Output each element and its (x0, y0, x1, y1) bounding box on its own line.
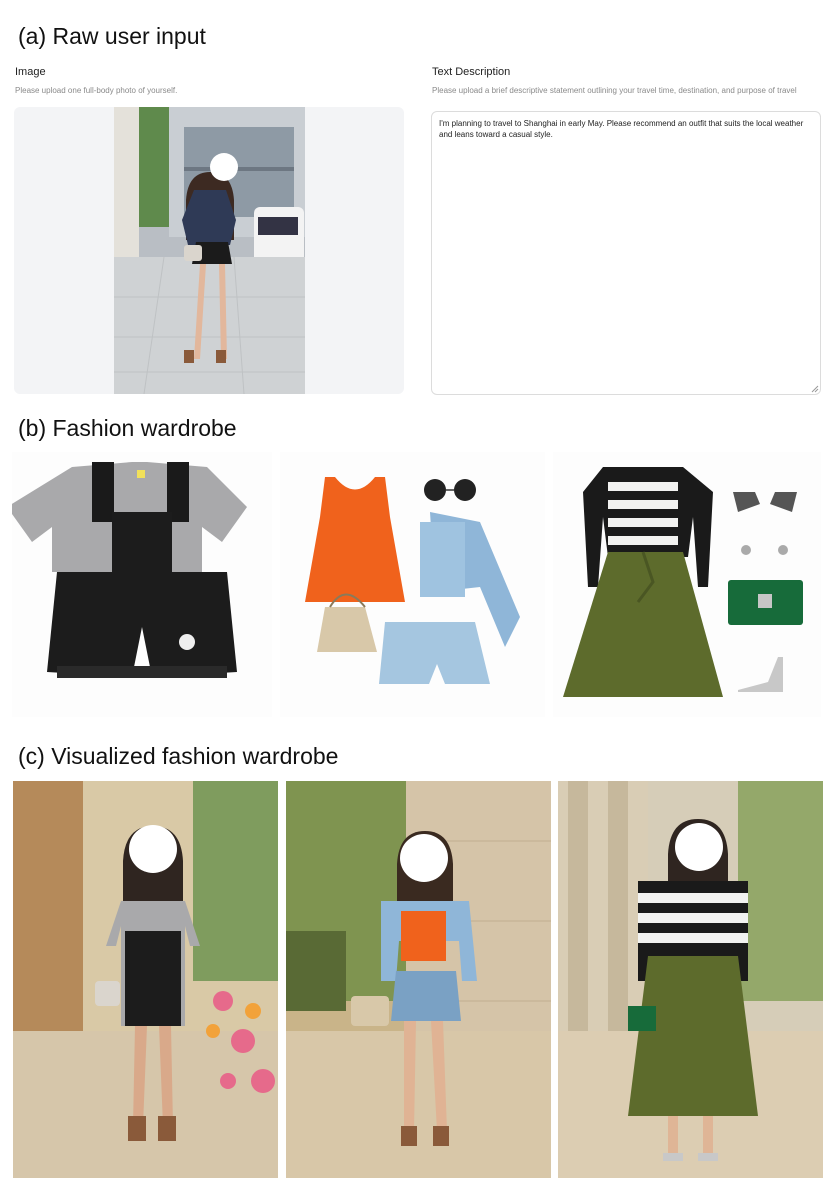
image-upload-area[interactable] (14, 107, 404, 394)
section-title-raw-input: (a) Raw user input (18, 23, 206, 49)
overalls-outfit-image (12, 462, 247, 678)
stripe-skirt-model-photo (558, 781, 823, 1178)
image-field-label: Image (15, 66, 46, 78)
wardrobe-card-stripe-skirt[interactable] (553, 452, 821, 717)
overalls-model-photo (13, 781, 278, 1178)
tank-denim-model-photo (286, 781, 551, 1178)
visualized-outfit-tank-denim[interactable] (286, 781, 551, 1178)
text-field-label: Text Description (432, 66, 511, 78)
visualized-outfit-stripe-skirt[interactable] (558, 781, 823, 1178)
wardrobe-card-overalls[interactable] (12, 452, 272, 717)
visualized-outfit-overalls[interactable] (13, 781, 278, 1178)
section-title-fashion-wardrobe: (b) Fashion wardrobe (18, 415, 237, 441)
text-field-hint: Please upload a brief descriptive statem… (432, 86, 797, 95)
image-field-hint: Please upload one full-body photo of you… (15, 86, 178, 95)
tank-denim-outfit-image (305, 477, 520, 684)
user-photo (114, 107, 305, 394)
section-title-visualized-wardrobe: (c) Visualized fashion wardrobe (18, 743, 339, 769)
stripe-skirt-outfit-image (563, 467, 803, 697)
wardrobe-card-tank-denim[interactable] (280, 452, 545, 717)
text-description-input[interactable]: I'm planning to travel to Shanghai in ea… (431, 111, 821, 395)
resize-grip-icon[interactable] (811, 385, 819, 393)
